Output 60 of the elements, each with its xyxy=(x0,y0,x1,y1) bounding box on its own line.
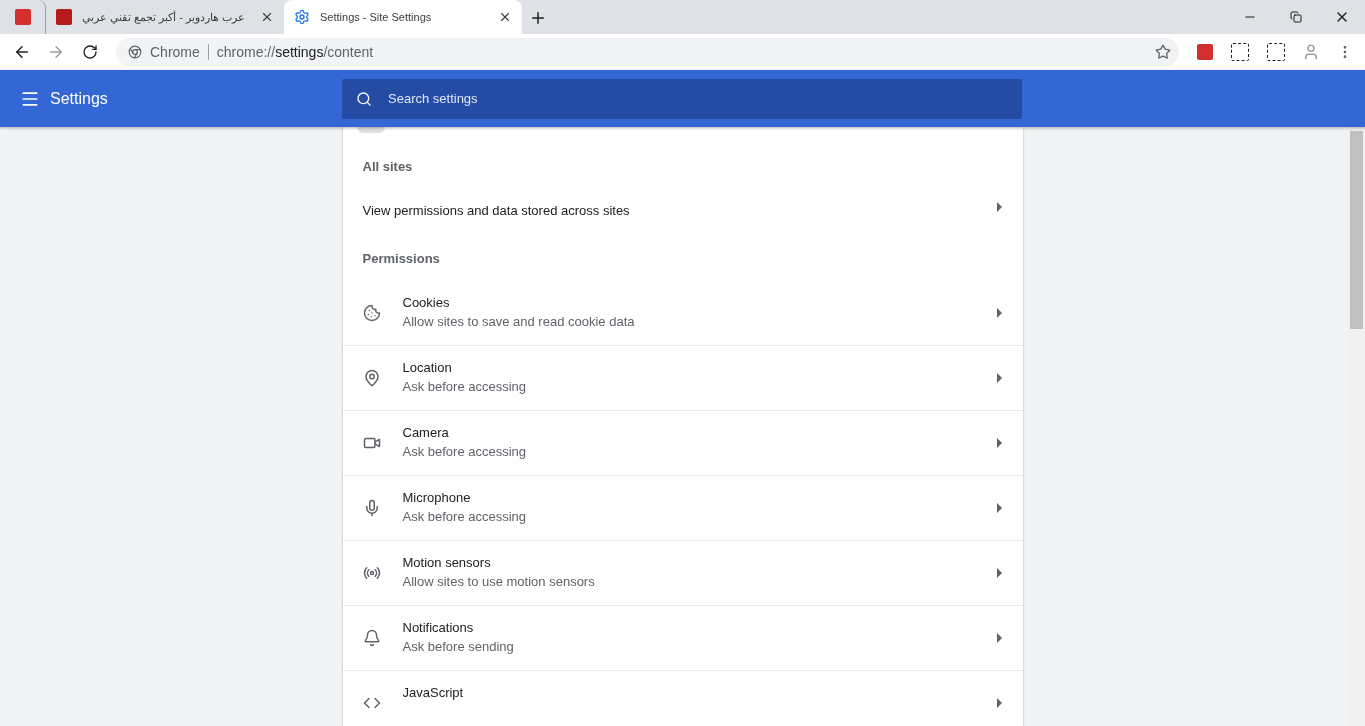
search-field[interactable]: Search settings xyxy=(342,78,1022,119)
row-description: Ask before accessing xyxy=(402,509,528,524)
browser-logo-icon xyxy=(128,45,142,59)
setting-icon xyxy=(362,629,381,647)
setting-icon xyxy=(362,304,381,322)
browser-tab[interactable]: Settings - Site Settings xyxy=(284,0,522,34)
forward-arrow-icon xyxy=(47,43,65,61)
search-input[interactable]: Search settings xyxy=(386,90,1008,107)
row-label: View permissions and data stored across sites xyxy=(362,203,631,218)
caret-icon xyxy=(996,698,1003,708)
settings-row[interactable]: Notifications Ask before sending xyxy=(342,605,1023,670)
caret-icon xyxy=(996,373,1003,383)
browser-tab[interactable]: عرب هاردوير - أكبر تجمع تقني عربي xyxy=(46,0,284,34)
scroll-thumb[interactable] xyxy=(1350,131,1363,329)
row-label: Camera xyxy=(402,425,450,440)
close-icon[interactable] xyxy=(498,10,512,24)
settings-row[interactable]: Motion sensors Allow sites to use motion sensors xyxy=(342,540,1023,605)
section-heading: Permissions xyxy=(361,250,441,265)
url-text: chrome://settings/content xyxy=(216,44,374,60)
section-heading: All sites xyxy=(361,158,414,173)
star-icon[interactable] xyxy=(1155,44,1171,60)
row-label: Location xyxy=(402,360,453,375)
favicon-icon xyxy=(56,9,72,25)
caret-icon xyxy=(996,633,1003,643)
setting-icon xyxy=(362,564,381,582)
setting-icon xyxy=(362,369,381,387)
address-bar[interactable]: Chrome chrome://settings/content xyxy=(116,38,1179,66)
row-description: Ask before accessing xyxy=(402,379,528,394)
row-label: Cookies xyxy=(402,295,451,310)
plus-icon xyxy=(529,9,547,27)
extension-icon[interactable] xyxy=(1267,43,1285,61)
site-label: Chrome xyxy=(150,44,209,60)
favicon-icon xyxy=(14,9,31,25)
row-label: Notifications xyxy=(402,620,475,635)
gear-icon xyxy=(294,9,310,25)
caret-icon xyxy=(996,503,1003,513)
row-label: Microphone xyxy=(402,490,472,505)
settings-row[interactable]: Cookies Allow sites to save and read cookie data xyxy=(342,281,1023,345)
settings-row[interactable]: Camera Ask before accessing xyxy=(342,410,1023,475)
row-label: JavaScript xyxy=(402,685,465,700)
close-icon[interactable] xyxy=(260,10,274,24)
restore-icon xyxy=(1290,11,1302,23)
search-icon xyxy=(356,90,372,107)
caret-icon xyxy=(996,202,1003,212)
row-description: Allow sites to use motion sensors xyxy=(402,574,596,589)
row-description: Allow sites to save and read cookie data xyxy=(402,314,636,329)
row-label: Motion sensors xyxy=(402,555,492,570)
extension-icon[interactable] xyxy=(1231,43,1249,61)
row-description: Ask before accessing xyxy=(402,444,528,459)
settings-row[interactable]: Location Ask before accessing xyxy=(342,345,1023,410)
page-title: Settings xyxy=(50,89,108,108)
caret-icon xyxy=(996,308,1003,318)
reload-icon xyxy=(82,44,98,60)
settings-row[interactable]: View permissions and data stored across sites xyxy=(342,189,1023,225)
settings-row[interactable]: Microphone Ask before accessing xyxy=(342,475,1023,540)
caret-icon xyxy=(996,568,1003,578)
row-description: Ask before sending xyxy=(402,639,515,654)
avatar-icon xyxy=(1302,43,1320,61)
settings-row[interactable]: JavaScript xyxy=(342,670,1023,726)
caret-icon xyxy=(996,438,1003,448)
